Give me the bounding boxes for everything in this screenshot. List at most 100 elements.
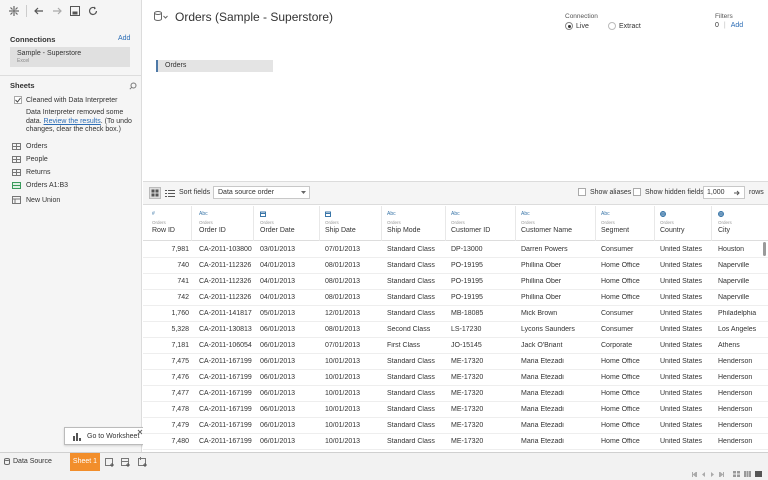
arrow-right-icon[interactable]	[734, 190, 741, 196]
add-connection-link[interactable]: Add	[118, 35, 130, 42]
go-to-worksheet-tooltip[interactable]: Go to Worksheet	[64, 427, 146, 445]
tableau-logo-icon[interactable]	[8, 5, 20, 17]
filmstrip-icon[interactable]	[744, 471, 751, 477]
column-header[interactable]: Abc Orders Ship Mode	[387, 206, 449, 241]
sheet-item-orders[interactable]: Orders	[12, 143, 47, 150]
connection-item[interactable]: Sample - Superstore Excel	[10, 47, 130, 67]
grid-header: # Orders Row ID Abc Orders Order ID Orders Orde…	[143, 206, 768, 241]
column-type-label[interactable]: Abc	[199, 211, 257, 218]
table-cell: Henderson	[718, 374, 753, 381]
sheet-item-orders-range[interactable]: Orders A1:B3	[12, 182, 68, 189]
table-row[interactable]: 7,478 CA-2011-167199 06/01/2013 10/01/2013 S…	[143, 402, 768, 418]
table-row[interactable]: 7,981 CA-2011-103800 03/01/2013 07/01/2013 S…	[143, 242, 768, 258]
interpreter-checkbox[interactable]	[14, 96, 22, 104]
review-results-link[interactable]: Review the results	[44, 118, 101, 125]
show-hidden-checkbox[interactable]	[633, 188, 641, 196]
table-row[interactable]: 7,480 CA-2011-167199 06/01/2013 10/01/2013 S…	[143, 434, 768, 450]
live-radio[interactable]	[565, 22, 573, 30]
new-union-item[interactable]: New Union	[12, 196, 60, 204]
column-name[interactable]: Order Date	[260, 227, 322, 234]
column-type-label[interactable]: Abc	[601, 211, 658, 218]
show-aliases-option[interactable]: Show aliases	[578, 188, 631, 196]
column-name[interactable]: City	[718, 227, 768, 234]
globe-icon[interactable]	[660, 211, 716, 218]
save-icon[interactable]	[69, 5, 81, 17]
prev-tab-icon[interactable]	[701, 472, 706, 477]
table-cell: PO-19195	[451, 294, 483, 301]
filters-add-link[interactable]: Add	[731, 22, 743, 29]
database-icon[interactable]	[154, 11, 168, 21]
column-header[interactable]: Orders Country	[660, 206, 716, 241]
back-icon[interactable]	[33, 5, 45, 17]
interpreter-note: Data Interpreter removed some data. Revi…	[26, 109, 138, 135]
sort-fields-dropdown[interactable]: Data source order	[213, 186, 310, 199]
column-header[interactable]: # Orders Row ID	[152, 206, 187, 241]
extract-radio[interactable]	[608, 22, 616, 30]
show-aliases-checkbox[interactable]	[578, 188, 586, 196]
table-pill-orders[interactable]: Orders	[156, 60, 273, 72]
column-header[interactable]: Abc Orders Segment	[601, 206, 658, 241]
date-icon[interactable]	[260, 211, 322, 218]
table-row[interactable]: 742 CA-2011-112326 04/01/2013 08/01/2013 Sta…	[143, 290, 768, 306]
column-separator[interactable]	[191, 206, 192, 241]
new-worksheet-icon[interactable]	[105, 457, 115, 467]
tabs-icon[interactable]	[755, 471, 762, 477]
table-row[interactable]: 740 CA-2011-112326 04/01/2013 08/01/2013 Sta…	[143, 258, 768, 274]
rows-input[interactable]: 1,000	[703, 186, 745, 199]
sheet-item-returns[interactable]: Returns	[12, 169, 51, 176]
column-name[interactable]: Order ID	[199, 227, 257, 234]
new-story-icon[interactable]	[138, 457, 148, 467]
column-header[interactable]: Abc Orders Customer ID	[451, 206, 519, 241]
column-header[interactable]: Orders City	[718, 206, 768, 241]
column-name[interactable]: Ship Date	[325, 227, 385, 234]
table-row[interactable]: 741 CA-2011-112326 04/01/2013 08/01/2013 Sta…	[143, 274, 768, 290]
live-option[interactable]: Live	[565, 22, 589, 30]
date-icon[interactable]	[325, 211, 385, 218]
grid-view-icon[interactable]	[149, 187, 161, 199]
column-name[interactable]: Country	[660, 227, 716, 234]
column-type-label[interactable]: Abc	[451, 211, 519, 218]
data-source-title[interactable]: Orders (Sample - Superstore)	[175, 10, 333, 24]
column-name[interactable]: Customer ID	[451, 227, 519, 234]
column-type-label[interactable]: Abc	[387, 211, 449, 218]
data-interpreter-option[interactable]: Cleaned with Data Interpreter	[14, 96, 117, 104]
table-cell: ME-17320	[451, 374, 484, 381]
table-row[interactable]: 7,479 CA-2011-167199 06/01/2013 10/01/2013 S…	[143, 418, 768, 434]
new-dashboard-icon[interactable]	[121, 457, 131, 467]
table-row[interactable]: 1,760 CA-2011-141817 05/01/2013 12/01/2013 S…	[143, 306, 768, 322]
table-cell: CA-2011-167199	[199, 438, 252, 445]
column-name[interactable]: Customer Name	[521, 227, 599, 234]
table-row[interactable]: 7,181 CA-2011-106054 06/01/2013 07/01/2013 F…	[143, 338, 768, 354]
forward-icon[interactable]	[51, 5, 63, 17]
column-header[interactable]: Orders Ship Date	[325, 206, 385, 241]
table-row[interactable]: 7,476 CA-2011-167199 06/01/2013 10/01/2013 S…	[143, 370, 768, 386]
table-cell: 04/01/2013	[260, 262, 296, 269]
extract-option[interactable]: Extract	[608, 22, 641, 30]
search-icon[interactable]	[129, 82, 137, 90]
list-view-icon[interactable]	[165, 189, 175, 198]
column-header[interactable]: Orders Order Date	[260, 206, 322, 241]
vertical-scrollbar[interactable]	[763, 242, 766, 256]
column-header[interactable]: Abc Orders Order ID	[199, 206, 257, 241]
column-name[interactable]: Ship Mode	[387, 227, 449, 234]
refresh-icon[interactable]	[87, 5, 99, 17]
data-source-tab[interactable]: Data Source	[4, 458, 52, 465]
table-row[interactable]: 5,328 CA-2011-130813 06/01/2013 08/01/2013 S…	[143, 322, 768, 338]
column-name[interactable]: Segment	[601, 227, 658, 234]
table-row[interactable]: 7,475 CA-2011-167199 06/01/2013 10/01/2013 S…	[143, 354, 768, 370]
sheet-item-people[interactable]: People	[12, 156, 48, 163]
globe-icon[interactable]	[718, 211, 768, 218]
table-row[interactable]: 7,477 CA-2011-167199 06/01/2013 10/01/2013 S…	[143, 386, 768, 402]
show-hidden-option[interactable]: Show hidden fields	[633, 188, 704, 196]
last-tab-icon[interactable]	[719, 472, 724, 477]
sheet-tab-sheet1[interactable]: Sheet 1	[70, 453, 100, 471]
table-cell: CA-2011-106054	[199, 342, 252, 349]
first-tab-icon[interactable]	[692, 472, 697, 477]
table-cell: Standard Class	[387, 438, 435, 445]
column-type-label[interactable]: #	[152, 211, 187, 218]
next-tab-icon[interactable]	[710, 472, 715, 477]
column-name[interactable]: Row ID	[152, 227, 187, 234]
column-type-label[interactable]: Abc	[521, 211, 599, 218]
sheet-sorter-icon[interactable]	[733, 471, 740, 477]
column-header[interactable]: Abc Orders Customer Name	[521, 206, 599, 241]
